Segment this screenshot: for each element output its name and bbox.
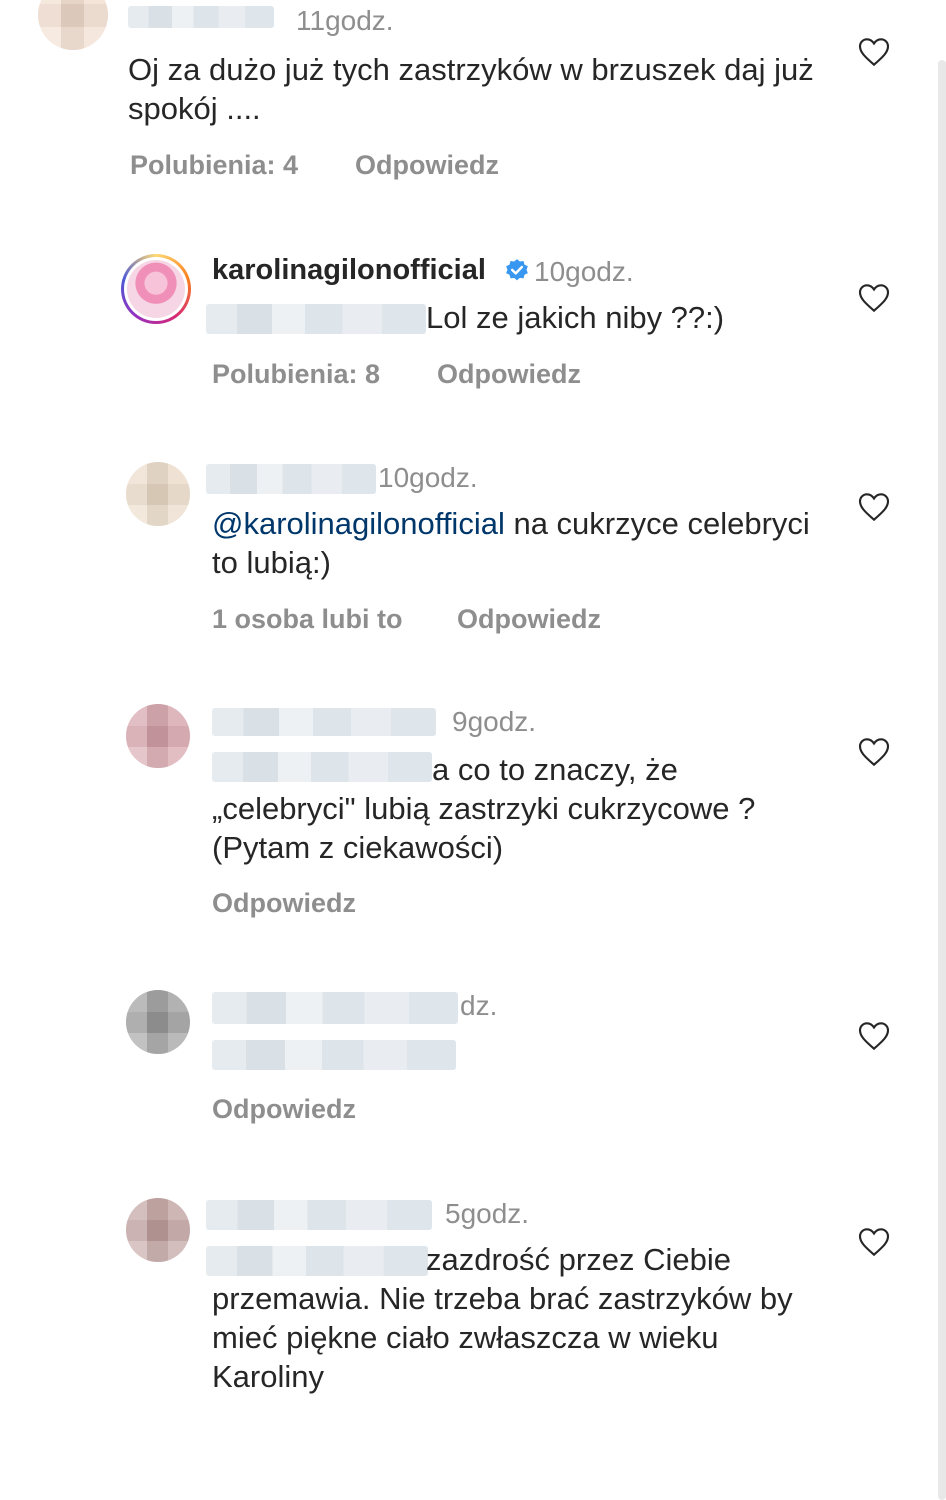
reply-button[interactable]: Odpowiedz xyxy=(457,604,601,635)
redacted-username xyxy=(128,6,274,28)
avatar[interactable] xyxy=(38,0,108,50)
comment-time: 5godz. xyxy=(445,1198,530,1229)
comment-time: 10godz. xyxy=(378,462,478,493)
heart-outline-icon[interactable] xyxy=(858,1021,890,1051)
redacted-username xyxy=(212,708,436,736)
reply-button[interactable]: Odpowiedz xyxy=(212,1094,356,1125)
likes-count[interactable]: 1 osoba lubi to xyxy=(212,604,403,635)
heart-outline-icon[interactable] xyxy=(858,492,890,522)
redacted-mention xyxy=(206,304,426,334)
comment-text: @karolinagilonofficial na cukrzyce celeb… xyxy=(212,504,812,582)
comment-time: 9godz. xyxy=(452,706,537,737)
avatar[interactable] xyxy=(126,462,190,526)
comment-text: Lol ze jakich niby ??:) xyxy=(426,300,725,335)
heart-outline-icon[interactable] xyxy=(858,37,890,67)
reply-button[interactable]: Odpowiedz xyxy=(355,150,499,181)
likes-count[interactable]: Polubienia: 4 xyxy=(130,150,298,181)
comment-text: Oj za dużo już tych zastrzyków w brzusze… xyxy=(128,52,814,126)
redacted-username xyxy=(206,1200,432,1230)
reply-button[interactable]: Odpowiedz xyxy=(212,888,356,919)
heart-outline-icon[interactable] xyxy=(858,737,890,767)
verified-badge-icon xyxy=(506,259,528,281)
heart-outline-icon[interactable] xyxy=(858,1227,890,1257)
redacted-comment-text xyxy=(212,1040,456,1070)
comment-time: 10godz. xyxy=(534,256,634,287)
comment-text: a co to znaczy, że „celebryci" lubią zas… xyxy=(212,752,756,865)
mention-link[interactable]: @karolinagilonofficial xyxy=(212,506,505,541)
avatar[interactable] xyxy=(121,254,191,324)
comment-time: dz. xyxy=(460,990,498,1021)
avatar[interactable] xyxy=(126,704,190,768)
avatar[interactable] xyxy=(126,1198,190,1262)
scrollbar[interactable] xyxy=(938,60,946,1500)
redacted-username xyxy=(212,992,458,1024)
heart-outline-icon[interactable] xyxy=(858,283,890,313)
likes-count[interactable]: Polubienia: 8 xyxy=(212,359,380,390)
avatar[interactable] xyxy=(126,990,190,1054)
reply-button[interactable]: Odpowiedz xyxy=(437,359,581,390)
comment-text: zazdrość przez Ciebie przemawia. Nie trz… xyxy=(212,1242,793,1394)
redacted-username xyxy=(206,464,376,494)
comment-time: 11godz. xyxy=(296,5,394,36)
comment-username[interactable]: karolinagilonofficial xyxy=(212,254,530,287)
